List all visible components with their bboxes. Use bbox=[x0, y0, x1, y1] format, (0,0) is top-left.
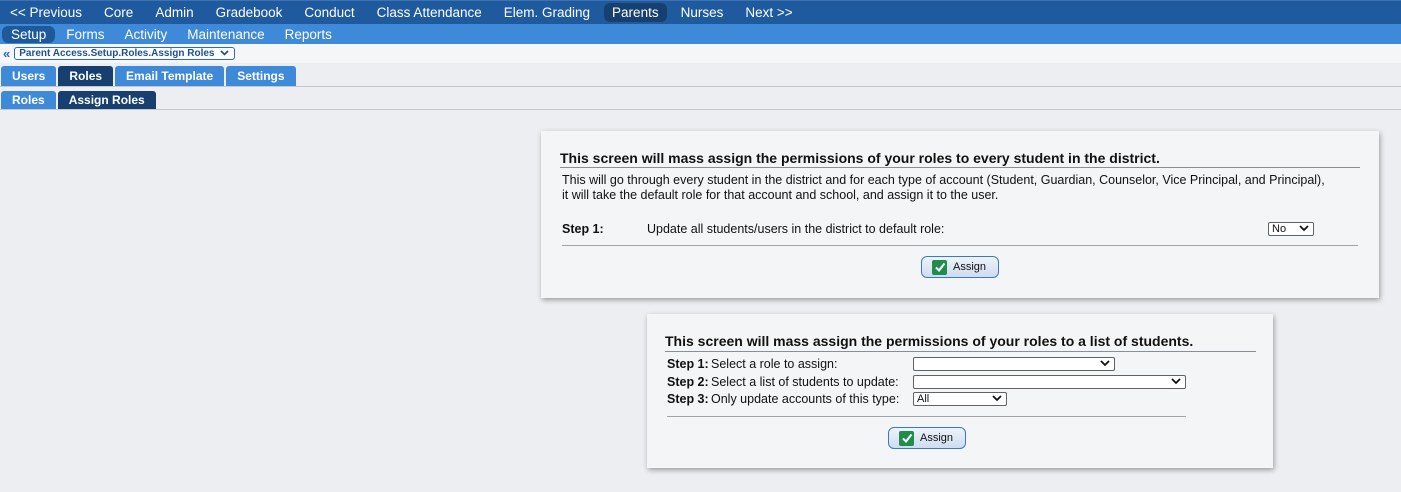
secondary-tabs: Roles Assign Roles bbox=[0, 89, 1401, 110]
subtab-assign-roles[interactable]: Assign Roles bbox=[57, 91, 156, 109]
step1-text: Update all students/users in the distric… bbox=[647, 222, 945, 236]
assign-button[interactable]: Assign bbox=[921, 256, 999, 278]
nav-conduct[interactable]: Conduct bbox=[296, 3, 362, 22]
nav-admin[interactable]: Admin bbox=[147, 3, 201, 22]
subnav-setup[interactable]: Setup bbox=[2, 25, 56, 43]
tab-users[interactable]: Users bbox=[1, 66, 57, 86]
panel-title: This screen will mass assign the permiss… bbox=[560, 150, 1160, 166]
list-assign-panel: This screen will mass assign the permiss… bbox=[647, 314, 1273, 468]
select-value: No bbox=[1272, 223, 1287, 235]
step3-label: Step 3: bbox=[667, 392, 709, 406]
tab-roles[interactable]: Roles bbox=[58, 66, 114, 86]
step1-label: Step 1: bbox=[562, 222, 604, 236]
account-type-select[interactable]: All bbox=[913, 392, 1007, 406]
district-assign-panel: This screen will mass assign the permiss… bbox=[541, 131, 1379, 298]
nav-gradebook[interactable]: Gradebook bbox=[208, 3, 291, 22]
chevron-down-icon bbox=[992, 394, 1002, 402]
role-select[interactable] bbox=[913, 357, 1115, 371]
nav-class-attendance[interactable]: Class Attendance bbox=[369, 3, 490, 22]
assign-button-label: Assign bbox=[920, 432, 954, 444]
subnav-maintenance[interactable]: Maintenance bbox=[178, 26, 273, 43]
checkmark-icon bbox=[899, 430, 914, 446]
title-divider bbox=[560, 167, 1360, 168]
chevron-down-icon bbox=[219, 49, 229, 58]
nav-previous[interactable]: << Previous bbox=[2, 3, 90, 22]
step2-label: Step 2: bbox=[667, 375, 709, 389]
title-divider bbox=[665, 351, 1256, 352]
nav-nurses[interactable]: Nurses bbox=[673, 3, 732, 22]
nav-elem-grading[interactable]: Elem. Grading bbox=[496, 3, 598, 22]
step2-text: Select a list of students to update: bbox=[711, 375, 899, 389]
subtab-roles[interactable]: Roles bbox=[1, 91, 56, 109]
subnav-reports[interactable]: Reports bbox=[276, 26, 341, 43]
step3-text: Only update accounts of this type: bbox=[711, 392, 900, 406]
panel-title: This screen will mass assign the permiss… bbox=[665, 333, 1194, 349]
subnav-activity[interactable]: Activity bbox=[116, 26, 177, 43]
nav-next[interactable]: Next >> bbox=[737, 3, 800, 22]
breadcrumb-bar: « Parent Access.Setup.Roles.Assign Roles bbox=[0, 44, 1401, 63]
assign-button[interactable]: Assign bbox=[888, 427, 966, 449]
primary-tabs: Users Roles Email Template Settings bbox=[0, 65, 1401, 87]
tab-settings[interactable]: Settings bbox=[226, 66, 296, 86]
double-chevron-left-icon[interactable]: « bbox=[3, 47, 10, 60]
nav-core[interactable]: Core bbox=[96, 3, 141, 22]
assign-button-label: Assign bbox=[953, 261, 987, 273]
step-divider bbox=[562, 245, 1358, 246]
step1-text: Select a role to assign: bbox=[711, 357, 838, 371]
panel-description-line1: This will go through every student in th… bbox=[562, 173, 1325, 187]
sub-nav: Setup Forms Activity Maintenance Reports bbox=[0, 24, 1401, 44]
nav-parents[interactable]: Parents bbox=[604, 3, 667, 22]
student-list-select[interactable] bbox=[913, 375, 1186, 389]
step1-label: Step 1: bbox=[667, 357, 709, 371]
panel-description-line2: it will take the default role for that a… bbox=[562, 188, 999, 202]
breadcrumb-path: Parent Access.Setup.Roles.Assign Roles bbox=[19, 48, 215, 59]
breadcrumb[interactable]: Parent Access.Setup.Roles.Assign Roles bbox=[14, 47, 235, 60]
chevron-down-icon bbox=[1299, 224, 1309, 232]
checkmark-icon bbox=[932, 259, 947, 275]
tab-email-template[interactable]: Email Template bbox=[115, 66, 225, 86]
select-value: All bbox=[917, 393, 930, 405]
chevron-down-icon bbox=[1100, 359, 1110, 367]
subnav-forms[interactable]: Forms bbox=[57, 26, 113, 43]
step-divider bbox=[667, 416, 1186, 417]
default-role-select[interactable]: No bbox=[1268, 222, 1314, 236]
top-nav: << Previous Core Admin Gradebook Conduct… bbox=[0, 0, 1401, 24]
chevron-down-icon bbox=[1171, 377, 1181, 385]
